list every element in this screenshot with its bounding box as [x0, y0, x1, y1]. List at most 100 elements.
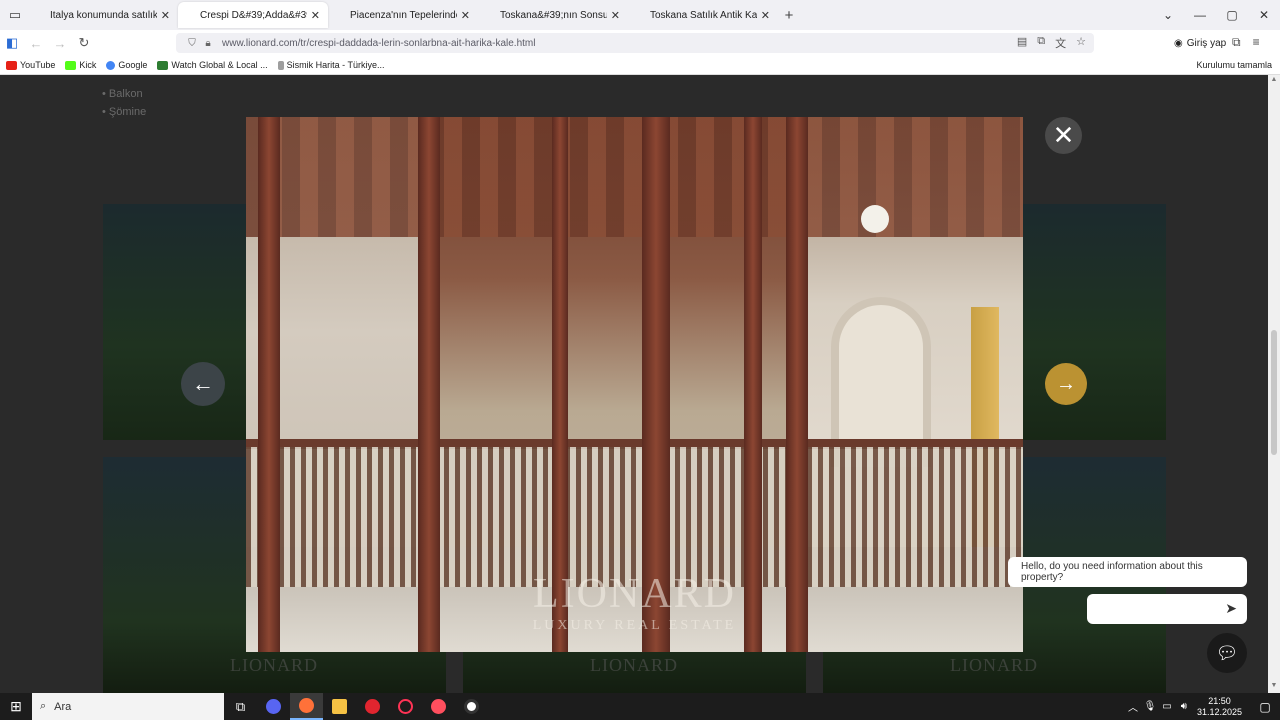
- tab-close-icon[interactable]: ✕: [311, 9, 320, 22]
- firefox-view-icon[interactable]: ▭: [2, 2, 28, 28]
- minimize-button[interactable]: —: [1184, 8, 1216, 22]
- bookmark-label: Kick: [79, 60, 97, 70]
- clock-date: 31.12.2025: [1196, 706, 1242, 717]
- scroll-thumb[interactable]: [1271, 330, 1277, 455]
- chrome-app-icon[interactable]: [455, 693, 488, 720]
- tab-close-icon[interactable]: ✕: [611, 9, 620, 22]
- translate-icon[interactable]: 文: [1055, 35, 1066, 51]
- url-text[interactable]: www.lionard.com/tr/crespi-daddada-lerin-…: [222, 38, 535, 49]
- bookmarks-bar: YouTube Kick Google Watch Global & Local…: [0, 56, 1280, 75]
- login-label: Giriş yap: [1186, 37, 1227, 49]
- task-view-icon[interactable]: ⧉: [224, 693, 257, 720]
- tab-3[interactable]: Piacenza'nın Tepelerinde 12. Yü ✕: [328, 2, 478, 28]
- tab-title: Crespi D&#39;Adda&#39;da 18: [200, 9, 307, 21]
- maximize-button[interactable]: ▢: [1216, 8, 1248, 22]
- bookmark-kick[interactable]: Kick: [65, 60, 96, 70]
- send-icon[interactable]: ➤: [1225, 600, 1237, 617]
- tab-5[interactable]: Toskana Satılık Antik Kale | Lion ✕: [628, 2, 778, 28]
- watermark: LIONARD: [230, 655, 318, 675]
- microphone-icon[interactable]: 🎙︎: [1142, 701, 1158, 712]
- close-icon: ✕: [1052, 120, 1075, 150]
- bookmark-label: Sismik Harita - Türkiye...: [286, 60, 385, 70]
- bookmark-sismik[interactable]: Sismik Harita - Türkiye...: [277, 60, 385, 70]
- network-icon[interactable]: ▭: [1159, 701, 1175, 712]
- tab-4[interactable]: Toskana&#39;nın Sonsuz Güzel ✕: [478, 2, 628, 28]
- forward-button[interactable]: →: [48, 36, 72, 51]
- opera-app-icon[interactable]: [356, 693, 389, 720]
- lightbox-prev-button[interactable]: ←: [181, 362, 225, 406]
- tray-chevron-icon[interactable]: ︿: [1125, 699, 1141, 714]
- opera-gx-app-icon[interactable]: [389, 693, 422, 720]
- chat-greeting-bubble[interactable]: Hello, do you need information about thi…: [1008, 557, 1247, 587]
- sidebar-icon[interactable]: ◧: [0, 35, 24, 51]
- image-region: [861, 205, 889, 233]
- chat-input[interactable]: [1095, 600, 1215, 618]
- bookmark-label: Watch Global & Local ...: [171, 60, 268, 70]
- volume-icon[interactable]: 🔊︎: [1176, 701, 1192, 712]
- discord-app-icon[interactable]: [257, 693, 290, 720]
- complete-setup-bookmark[interactable]: Kurulumu tamamla: [1187, 60, 1272, 70]
- tab-close-icon[interactable]: ✕: [461, 9, 470, 22]
- url-bar[interactable]: ⛉ 🔒︎ www.lionard.com/tr/crespi-daddada-l…: [176, 33, 1094, 53]
- tv-icon: [157, 60, 169, 70]
- bookmark-label: Google: [118, 60, 148, 70]
- tab-title: Toskana&#39;nın Sonsuz Güzel: [500, 9, 607, 21]
- taskbar-search[interactable]: ⌕ Ara: [32, 693, 224, 720]
- chat-greeting-text: Hello, do you need information about thi…: [1021, 561, 1203, 583]
- feature-label: Balkon: [108, 88, 143, 100]
- google-icon: [106, 60, 116, 70]
- tab-2-active[interactable]: Crespi D&#39;Adda&#39;da 18 ✕: [178, 2, 328, 28]
- firefox-alt-app-icon[interactable]: [422, 693, 455, 720]
- watermark: LIONARD: [950, 655, 1038, 675]
- scroll-down-icon[interactable]: ▼: [1270, 682, 1278, 689]
- file-explorer-icon[interactable]: [323, 693, 356, 720]
- close-window-button[interactable]: ✕: [1248, 8, 1280, 22]
- windows-start-icon[interactable]: ⊞: [0, 693, 32, 720]
- scroll-up-icon[interactable]: ▲: [1270, 76, 1278, 83]
- shield-icon[interactable]: ⛉: [184, 38, 200, 49]
- menu-icon[interactable]: ≡: [1253, 35, 1260, 50]
- chat-input-box[interactable]: ➤: [1087, 594, 1247, 624]
- notification-icon[interactable]: ▢: [1250, 700, 1280, 714]
- tab-close-icon[interactable]: ✕: [761, 9, 770, 22]
- page-scrollbar[interactable]: ▲ ▼: [1268, 75, 1280, 693]
- account-icon: ◉: [1174, 37, 1183, 49]
- watermark: LIONARD: [590, 655, 678, 675]
- screen: ▭ İtalya konumunda satılık ŞATO | ✕ Cres…: [0, 0, 1280, 720]
- lightbox-next-button[interactable]: →: [1045, 363, 1087, 405]
- chat-icon: 💬︎: [1215, 643, 1239, 663]
- firefox-app-icon[interactable]: [290, 693, 323, 720]
- reader-view-icon[interactable]: ▤: [1017, 35, 1027, 51]
- bookmark-google[interactable]: Google: [106, 60, 147, 70]
- clock[interactable]: 21:50 31.12.2025: [1197, 696, 1242, 718]
- lightbox-close-button[interactable]: ✕: [1045, 117, 1082, 154]
- tab-title: Toskana Satılık Antik Kale | Lion: [650, 9, 757, 21]
- chat-toggle-button[interactable]: 💬︎: [1207, 633, 1247, 673]
- toolbar-right: ⧉ ≡: [1232, 35, 1260, 50]
- image-region: [246, 447, 1023, 587]
- tab-list-icon[interactable]: ⌄: [1152, 8, 1184, 22]
- lock-icon[interactable]: 🔒︎: [200, 38, 216, 49]
- feature-item: • Balkon: [102, 88, 143, 100]
- watermark-tagline: LUXURY REAL ESTATE: [532, 618, 737, 633]
- arrow-right-icon: →: [1056, 373, 1076, 395]
- tab-close-icon[interactable]: ✕: [161, 9, 170, 22]
- arrow-left-icon: ←: [192, 371, 214, 396]
- bookmark-label: YouTube: [20, 60, 56, 70]
- bookmark-star-icon[interactable]: ☆: [1076, 35, 1086, 51]
- bookmark-watch-global[interactable]: Watch Global & Local ...: [157, 60, 268, 70]
- bookmark-youtube[interactable]: YouTube: [6, 60, 55, 70]
- kick-icon: [65, 60, 77, 70]
- back-button[interactable]: ←: [24, 36, 48, 51]
- tab-title: Piacenza'nın Tepelerinde 12. Yü: [350, 9, 457, 21]
- feature-item: • Şömine: [102, 106, 147, 118]
- new-tab-button[interactable]: +: [778, 7, 800, 24]
- clock-time: 21:50: [1208, 695, 1231, 706]
- extensions-icon[interactable]: ⧉: [1232, 35, 1241, 50]
- tab-1[interactable]: İtalya konumunda satılık ŞATO | ✕: [28, 2, 178, 28]
- screenshot-icon[interactable]: ⧉: [1037, 35, 1045, 51]
- login-button[interactable]: ◉ Giriş yap: [1168, 34, 1232, 52]
- reload-button[interactable]: ↻: [72, 35, 96, 51]
- search-icon: ⌕: [40, 700, 47, 712]
- search-label: Ara: [54, 700, 72, 713]
